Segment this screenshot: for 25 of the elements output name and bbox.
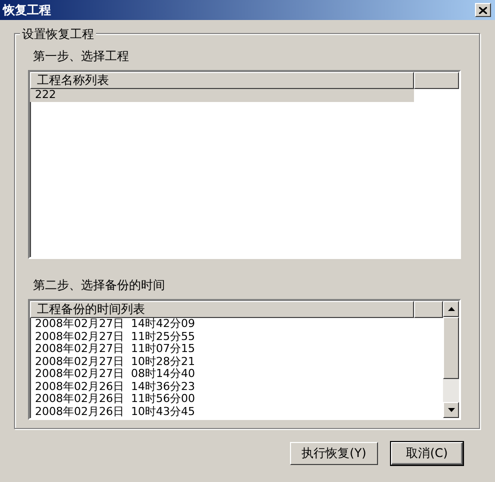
list-row[interactable]: 2008年02月26日 11时56分00 bbox=[30, 393, 414, 406]
scroll-down-button[interactable] bbox=[443, 402, 459, 418]
list-row[interactable]: 2008年02月27日 10时28分21 bbox=[30, 356, 414, 368]
down-arrow-icon bbox=[448, 408, 454, 412]
step-label: 第一步、选择工程 bbox=[33, 48, 130, 65]
window-title: 恢复工程 bbox=[3, 2, 51, 18]
step-label: 第二步、选择备份的时间 bbox=[33, 277, 166, 294]
scrollbar[interactable] bbox=[443, 301, 459, 418]
list-row[interactable]: 2008年02月27日 08时14分40 bbox=[30, 368, 414, 380]
scroll-up-button[interactable] bbox=[443, 301, 459, 317]
scroll-thumb[interactable] bbox=[443, 317, 459, 379]
list-row[interactable]: 222 bbox=[30, 89, 414, 102]
list-row[interactable]: 2008年02月26日 10时43分45 bbox=[30, 406, 414, 418]
close-icon bbox=[479, 6, 487, 14]
column-header[interactable]: 工程备份的时间列表 bbox=[30, 301, 414, 318]
list-row[interactable]: 2008年02月27日 11时25分55 bbox=[30, 330, 414, 343]
dialog-button[interactable]: 取消(C) bbox=[391, 442, 463, 465]
up-arrow-icon bbox=[448, 307, 454, 311]
list-row[interactable]: 2008年02月26日 14时36分23 bbox=[30, 380, 414, 393]
close-button[interactable] bbox=[475, 3, 491, 17]
column-header[interactable]: 工程名称列表 bbox=[30, 72, 414, 89]
list-row[interactable]: 2008年02月27日 11时07分15 bbox=[30, 343, 414, 356]
list-row[interactable]: 2008年02月27日 14时42分09 bbox=[30, 318, 414, 330]
dialog-button[interactable]: 执行恢复(Y) bbox=[290, 442, 378, 465]
group-title: 设置恢复工程 bbox=[20, 26, 96, 43]
